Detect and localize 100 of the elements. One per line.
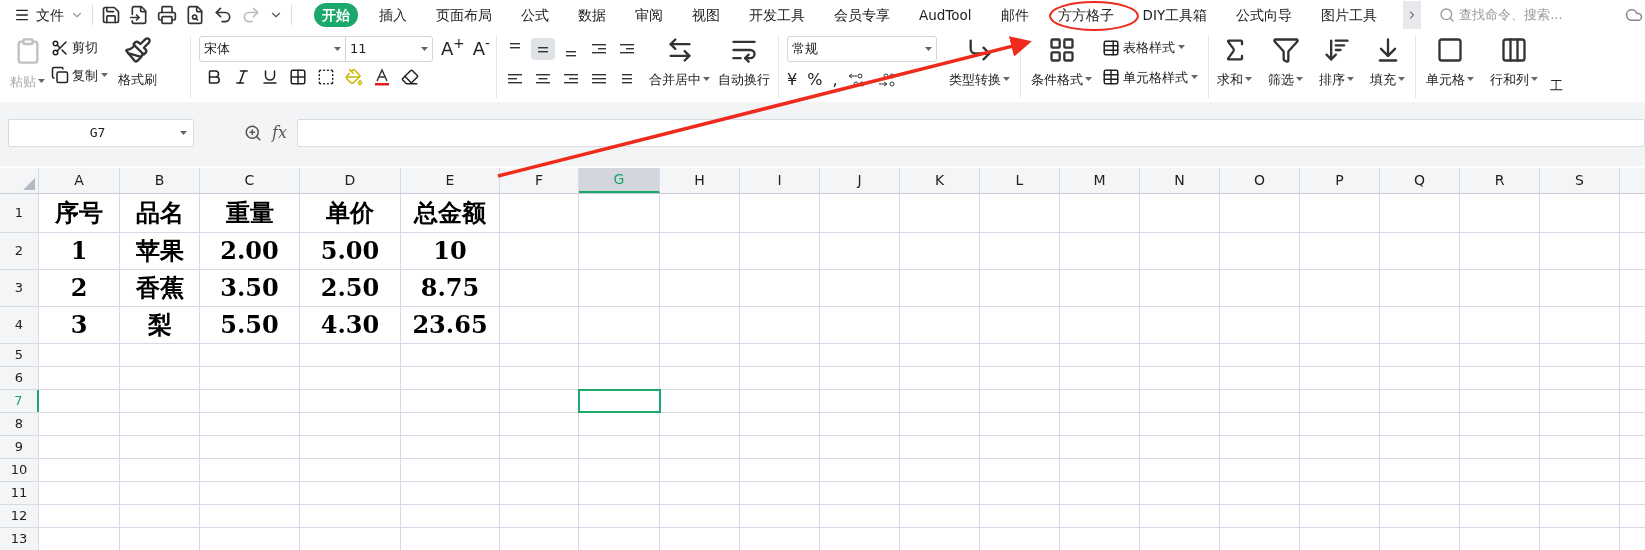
column-header[interactable]: C [200,168,300,193]
conditional-format-button[interactable]: 条件格式 [1027,36,1096,90]
export-icon[interactable] [129,5,149,25]
column-header[interactable]: O [1220,168,1300,193]
paintbrush-icon [123,36,152,64]
ribbon-tab[interactable]: DIY工具箱 [1134,3,1216,27]
ribbon-tab[interactable]: 公式向导 [1228,3,1301,27]
filter-button[interactable]: 筛选 [1264,36,1307,90]
format-painter-button[interactable]: 格式刷 [114,36,161,90]
ribbon-tab[interactable]: 邮件 [992,3,1037,27]
table-cell: 2.00 [220,239,279,263]
row-header[interactable]: 2 [0,233,39,269]
ribbon-tab[interactable]: 方方格子 [1049,3,1122,27]
column-header[interactable]: M [1060,168,1140,193]
percent-button[interactable]: % [807,68,823,92]
sum-button[interactable]: 求和 [1213,36,1256,90]
cell-style-button[interactable]: 单元格样式 [1102,67,1198,87]
row-header[interactable]: 13 [0,528,39,550]
ribbon-tab[interactable]: 视图 [684,3,728,27]
row-header[interactable]: 5 [0,344,39,366]
row-header[interactable]: 6 [0,367,39,389]
row-header[interactable]: 4 [0,307,39,343]
number-format-field[interactable]: 常规 [787,36,937,62]
table-cell: 8.75 [420,276,480,300]
caret-icon [1191,74,1198,80]
column-header[interactable]: E [401,168,500,193]
selected-cell[interactable] [579,390,660,412]
save-icon[interactable] [101,5,121,25]
row-header[interactable]: 3 [0,270,39,306]
wrap-text-button[interactable]: 自动换行 [714,36,774,90]
merge-center-button[interactable]: 合并居中 [645,36,714,90]
columns-icon [1500,36,1528,64]
scroll-tabs-button[interactable] [1403,1,1422,29]
column-header[interactable]: H [660,168,740,193]
column-header[interactable]: B [120,168,200,193]
table-style-button[interactable]: 表格样式 [1102,38,1198,58]
row-header[interactable]: 1 [0,194,39,232]
search-field[interactable]: 查找命令、搜索... [1439,5,1575,25]
column-header[interactable]: A [39,168,120,193]
name-box[interactable]: G7 [8,119,194,147]
eraser-icon[interactable] [401,68,419,86]
column-header[interactable]: J [820,168,900,193]
print-icon[interactable] [157,5,177,25]
ribbon-tab[interactable]: 开发工具 [741,3,813,27]
row-header[interactable]: 8 [0,413,39,435]
column-header[interactable]: D [300,168,401,193]
row-header[interactable]: 9 [0,436,39,458]
table-cell: 序号 [55,201,103,225]
function-button[interactable]: fx [272,121,287,145]
ribbon-tab[interactable]: 公式 [513,3,557,27]
cell-icon [1436,36,1464,64]
caret-icon [38,79,45,85]
column-header[interactable]: Q [1380,168,1460,193]
cloud-icon[interactable] [1625,6,1643,24]
cells-button[interactable]: 单元格 [1422,36,1478,96]
copy-button[interactable]: 复制 [51,65,108,85]
column-header[interactable]: S [1540,168,1620,193]
ribbon-tab[interactable]: AudTool [911,3,980,27]
sort-button[interactable]: 排序 [1315,36,1358,90]
row-header[interactable]: 11 [0,482,39,504]
borders-icon[interactable] [289,68,307,86]
ribbon-tab[interactable]: 页面布局 [428,3,500,27]
increase-font-button[interactable]: A$^{+}$ [441,40,465,58]
column-header[interactable]: K [900,168,980,193]
row-header[interactable]: 12 [0,505,39,527]
fill-color-icon[interactable] [345,68,363,86]
type-convert-button[interactable]: 类型转换 [945,36,1014,90]
column-header[interactable]: R [1460,168,1540,193]
undo-icon[interactable] [213,5,233,25]
caret-icon [1178,45,1185,51]
column-header[interactable]: P [1300,168,1380,193]
ribbon-tab[interactable]: 数据 [570,3,614,27]
table-cell: 品名 [135,201,184,225]
column-header[interactable]: L [980,168,1060,193]
table-cell: 10 [433,239,467,263]
currency-button[interactable]: ¥ [787,68,798,92]
ribbon-tab[interactable]: 会员专享 [826,3,898,27]
ribbon-tab[interactable]: 插入 [371,3,415,27]
caret-icon [1347,77,1354,83]
italic-icon[interactable] [233,68,251,86]
underline-icon[interactable] [261,68,279,86]
column-header[interactable]: N [1140,168,1220,193]
menu-icon [14,7,30,23]
print-preview-icon[interactable] [185,5,205,25]
ribbon-tab[interactable]: 审阅 [627,3,671,27]
formula-field[interactable] [296,119,1645,147]
file-menu[interactable]: 文件 [14,4,84,26]
decrease-decimal-icon[interactable] [877,72,898,88]
column-header[interactable]: I [740,168,820,193]
ribbon-tab[interactable]: 图片工具 [1313,3,1386,27]
toolbar-label[interactable]: 工 [1550,76,1563,96]
zoom-icon[interactable] [244,124,262,142]
cell-format-icon[interactable] [317,68,335,86]
cut-button[interactable]: 剪切 [51,38,108,58]
font-color-icon[interactable] [373,68,391,86]
fill-button[interactable]: 填充 [1366,36,1409,90]
decrease-font-button[interactable]: A$^{-}$ [472,40,490,58]
rows-columns-button[interactable]: 行和列 [1486,36,1542,96]
row-header[interactable]: 10 [0,459,39,481]
thousands-button[interactable]: , [832,68,838,92]
